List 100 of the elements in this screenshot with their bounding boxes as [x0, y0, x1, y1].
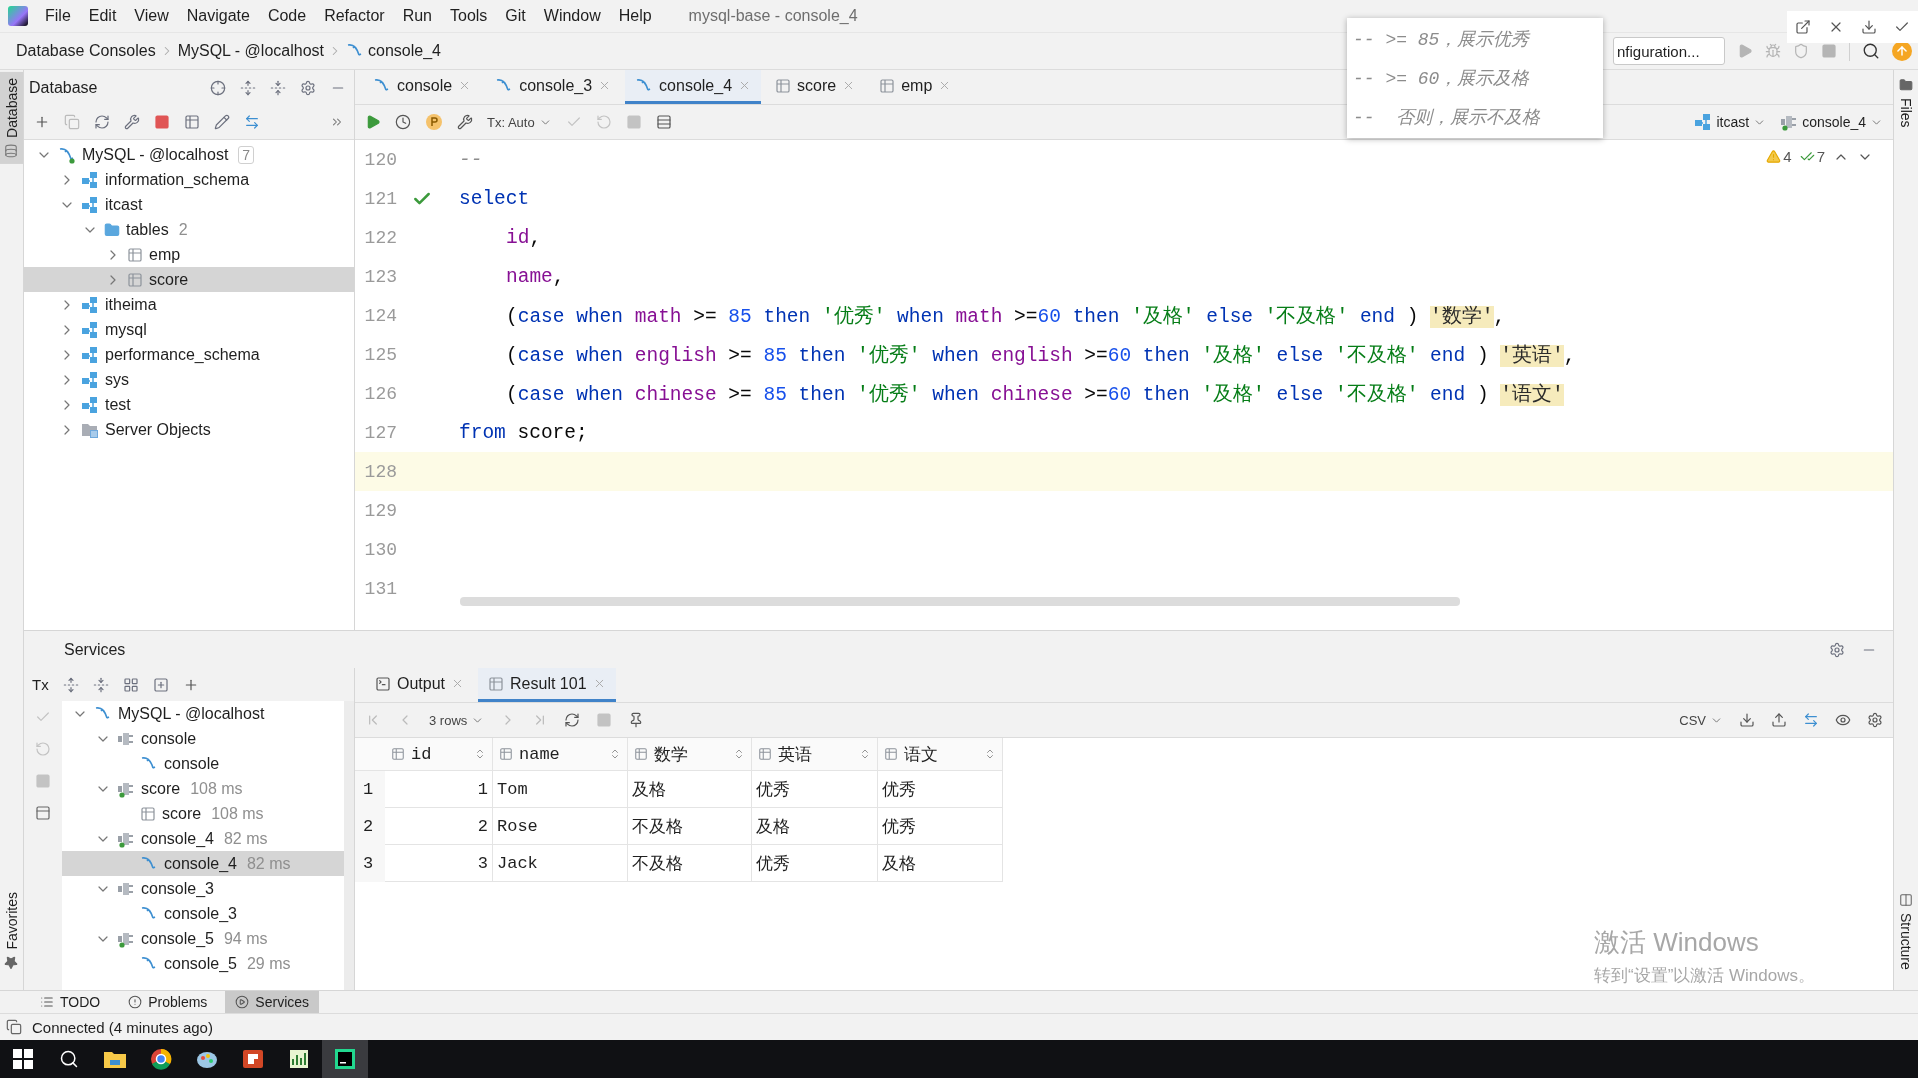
table-layout-icon[interactable]	[655, 114, 672, 130]
execute-icon[interactable]	[365, 114, 381, 130]
transaction-dropdown[interactable]: Tx: Auto	[487, 114, 552, 130]
download-icon[interactable]	[1860, 19, 1877, 35]
sort-icon[interactable]	[474, 748, 486, 760]
tree-item[interactable]: score 108 ms	[62, 801, 344, 826]
column-header[interactable]: 数学	[628, 738, 752, 771]
add-group-icon[interactable]	[152, 676, 169, 693]
tool-window-tab[interactable]: Favorites	[0, 886, 23, 976]
tree-item[interactable]: console_5 94 ms	[62, 926, 344, 951]
menu-item[interactable]: Help	[611, 7, 659, 25]
ide-app-icon[interactable]	[322, 1040, 368, 1078]
tool-window-tab[interactable]: Problems	[118, 991, 218, 1013]
tree-item[interactable]: information_schema	[24, 167, 354, 192]
compare-icon[interactable]	[1803, 712, 1819, 728]
column-header[interactable]: name	[493, 738, 628, 771]
settings-icon[interactable]	[1829, 641, 1845, 658]
menu-item[interactable]: Window	[536, 7, 608, 25]
profile-icon[interactable]	[425, 113, 443, 131]
tree-item[interactable]: performance_schema	[24, 342, 354, 367]
tree-item[interactable]: MySQL - @localhost 7	[24, 142, 354, 167]
update-button[interactable]	[1892, 41, 1912, 61]
breadcrumb[interactable]: MySQL - @localhost	[173, 42, 328, 60]
tool-window-tab[interactable]: Database	[0, 72, 23, 164]
edit-icon[interactable]	[214, 114, 230, 130]
breadcrumb[interactable]: Database Consoles	[12, 42, 160, 60]
download-icon[interactable]	[1739, 712, 1755, 728]
tree-item[interactable]: console_3	[62, 901, 344, 926]
menu-item[interactable]: Git	[498, 7, 533, 25]
tree-item[interactable]: console_3	[62, 876, 344, 901]
scrollbar[interactable]	[460, 597, 1460, 606]
tree-item[interactable]: mysql	[24, 317, 354, 342]
table-icon[interactable]	[775, 77, 792, 94]
table-icon[interactable]	[879, 77, 896, 94]
tool-window-tab[interactable]: Files	[1894, 72, 1918, 134]
tree-item[interactable]: score 108 ms	[62, 776, 344, 801]
rows-dropdown[interactable]: 3 rows	[429, 712, 485, 728]
expand-all-icon[interactable]	[62, 676, 79, 693]
settings-icon[interactable]	[300, 79, 316, 96]
tree-item[interactable]: console_4 82 ms	[62, 851, 344, 876]
debug-icon[interactable]	[1765, 43, 1781, 59]
more-icon[interactable]	[330, 115, 344, 129]
editor-tab[interactable]: console_4	[625, 70, 762, 104]
editor-tab[interactable]: emp	[869, 70, 962, 104]
menu-item[interactable]: Code	[260, 7, 314, 25]
stop-icon[interactable]	[1821, 43, 1837, 59]
tree-item[interactable]: console_4 82 ms	[62, 826, 344, 851]
tree-item[interactable]: emp	[24, 242, 354, 267]
alert-icon[interactable]	[128, 995, 143, 1009]
table-icon[interactable]	[488, 675, 505, 692]
layout-icon[interactable]	[35, 805, 51, 821]
editor-tab[interactable]: score	[765, 70, 866, 104]
transaction-label[interactable]: Tx	[32, 676, 49, 693]
sort-icon[interactable]	[859, 748, 871, 760]
menu-item[interactable]: Run	[395, 7, 439, 25]
sort-icon[interactable]	[733, 748, 745, 760]
tool-window-tab[interactable]: Structure	[1894, 887, 1918, 976]
open-window-icon[interactable]	[1795, 19, 1812, 35]
tree-item[interactable]: test	[24, 392, 354, 417]
sort-icon[interactable]	[609, 748, 621, 760]
menu-item[interactable]: Tools	[443, 7, 495, 25]
collapse-all-icon[interactable]	[270, 79, 286, 96]
collapse-all-icon[interactable]	[92, 676, 109, 693]
tree-item[interactable]: tables 2	[24, 217, 354, 242]
tree-item[interactable]: console	[62, 726, 344, 751]
column-header[interactable]: 英语	[752, 738, 878, 771]
refresh-icon[interactable]	[564, 712, 581, 728]
expand-all-icon[interactable]	[240, 79, 256, 96]
editor-tab[interactable]: console_3	[485, 70, 622, 104]
wrench-icon[interactable]	[457, 114, 473, 130]
schema-selector[interactable]: itcast	[1694, 113, 1767, 131]
tree-item[interactable]: itcast	[24, 192, 354, 217]
warning-count[interactable]: 4	[1766, 148, 1792, 165]
tree-item[interactable]: score	[24, 267, 354, 292]
wrench-icon[interactable]	[124, 114, 140, 130]
tree-item[interactable]: console_5 29 ms	[62, 951, 344, 976]
menu-item[interactable]: View	[127, 7, 176, 25]
tree-item[interactable]: Server Objects	[24, 417, 354, 442]
format-dropdown[interactable]: CSV	[1679, 712, 1723, 728]
editor-tab[interactable]: console	[363, 70, 482, 104]
menu-item[interactable]: File	[38, 7, 78, 25]
tree-item[interactable]: console	[62, 751, 344, 776]
stop-icon[interactable]	[154, 114, 170, 130]
check-count[interactable]: 7	[1799, 148, 1825, 165]
crosshair-icon[interactable]	[210, 79, 226, 96]
menu-item[interactable]: Refactor	[317, 7, 392, 25]
history-icon[interactable]	[395, 114, 411, 130]
upload-icon[interactable]	[1771, 712, 1787, 728]
eye-icon[interactable]	[1835, 712, 1851, 728]
play-circle-icon[interactable]	[235, 995, 250, 1009]
session-selector[interactable]: console_4	[1780, 113, 1883, 131]
add-icon[interactable]	[34, 114, 50, 130]
result-tab[interactable]: Output	[365, 668, 475, 702]
tree-item[interactable]: itheima	[24, 292, 354, 317]
menu-item[interactable]: Edit	[81, 7, 124, 25]
search-icon[interactable]	[1862, 42, 1880, 60]
settings-icon[interactable]	[1867, 712, 1883, 728]
tree-item[interactable]: MySQL - @localhost	[62, 701, 344, 726]
tool-window-tab[interactable]: TODO	[30, 991, 111, 1013]
tree-item[interactable]: sys	[24, 367, 354, 392]
